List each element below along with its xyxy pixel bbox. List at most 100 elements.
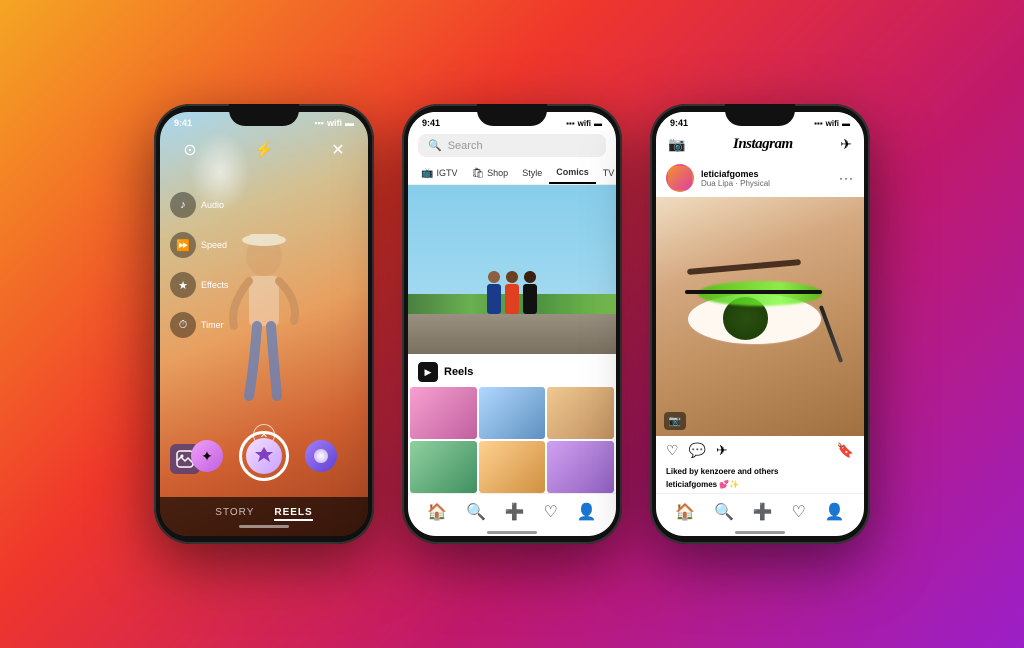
- battery-icon: ▬: [345, 118, 354, 128]
- nav-heart-3[interactable]: ♡: [792, 502, 806, 522]
- tab-comics-label: Comics: [556, 167, 589, 177]
- main-photo: [408, 185, 616, 354]
- wifi-icon: wifi: [327, 118, 342, 128]
- camera-overlay-icon[interactable]: 📷: [664, 412, 686, 430]
- share-icon[interactable]: ✈: [716, 442, 728, 459]
- like-icon[interactable]: ♡: [666, 442, 679, 459]
- reel-thumb-2[interactable]: [479, 387, 546, 439]
- dancer-3: [523, 271, 537, 314]
- save-icon[interactable]: 🔖: [837, 442, 854, 459]
- mode-icon[interactable]: ⊙: [176, 136, 204, 164]
- record-row: ✦: [160, 431, 368, 481]
- shop-icon: 🛍: [471, 168, 484, 179]
- dancer-2: [505, 271, 519, 314]
- nav-profile-2[interactable]: 👤: [577, 502, 597, 522]
- post-actions: ♡ 💬 ✈ 🔖: [656, 436, 864, 465]
- dancer-1: [487, 271, 501, 314]
- status-time-1: 9:41: [174, 118, 192, 128]
- status-time-3: 9:41: [670, 118, 688, 128]
- nav-search-3[interactable]: 🔍: [714, 502, 734, 522]
- reel-thumb-6[interactable]: [547, 441, 614, 493]
- action-left-icons: ♡ 💬 ✈: [666, 442, 728, 459]
- dancer-body-2: [505, 284, 519, 314]
- reel-thumb-4[interactable]: [410, 441, 477, 493]
- caption-username: leticiafgomes: [666, 480, 717, 489]
- signal-3: ▪▪▪: [814, 119, 823, 128]
- timer-control[interactable]: ⏱ Timer: [170, 312, 228, 338]
- comment-icon[interactable]: 💬: [689, 442, 706, 459]
- nav-home-3[interactable]: 🏠: [675, 502, 695, 522]
- person-figure: [219, 226, 309, 426]
- reels-tab[interactable]: REELS: [274, 507, 312, 521]
- filter-1[interactable]: ✦: [191, 440, 223, 472]
- tab-style[interactable]: Style: [515, 163, 549, 184]
- user-subtitle: Dua Lipa · Physical: [701, 179, 770, 188]
- story-tab[interactable]: STORY: [215, 507, 254, 521]
- flash-icon[interactable]: ⚡: [250, 136, 278, 164]
- igtv-icon: 📺: [421, 168, 433, 179]
- battery-2: ▬: [594, 119, 602, 128]
- battery-3: ▬: [842, 119, 850, 128]
- dancer-body-3: [523, 284, 537, 314]
- close-icon[interactable]: ✕: [324, 136, 352, 164]
- nav-profile-3[interactable]: 👤: [825, 502, 845, 522]
- tab-igtv[interactable]: 📺 IGTV: [414, 163, 464, 184]
- camera-screen: 9:41 ▪▪▪ wifi ▬ ⊙ ⚡ ✕ ♪ Audio: [160, 112, 368, 536]
- side-controls: ♪ Audio ⏩ Speed ★ Effects ⏱ Timer: [170, 192, 228, 338]
- top-controls: ⊙ ⚡ ✕: [160, 130, 368, 170]
- status-time-2: 9:41: [422, 118, 440, 128]
- dancers: [487, 271, 537, 314]
- post-more-button[interactable]: ···: [839, 171, 854, 185]
- instagram-screen: 9:41 ▪▪▪ wifi ▬ 📷 Instagram ✈ leticiafgo: [656, 112, 864, 536]
- reel-thumb-5[interactable]: [479, 441, 546, 493]
- post-caption: Liked by kenzoere and others: [656, 465, 864, 480]
- audio-control[interactable]: ♪ Audio: [170, 192, 228, 218]
- reels-header: ▶ Reels: [408, 354, 616, 387]
- tab-tv[interactable]: TV & Mo...: [596, 163, 616, 184]
- nav-add-3[interactable]: ➕: [753, 502, 773, 522]
- signal-icon: ▪▪▪: [314, 118, 324, 128]
- dancer-head-2: [506, 271, 518, 283]
- speed-control[interactable]: ⏩ Speed: [170, 232, 228, 258]
- phone-3: 9:41 ▪▪▪ wifi ▬ 📷 Instagram ✈ leticiafgo: [650, 104, 870, 544]
- reel-thumb-1[interactable]: [410, 387, 477, 439]
- ig-send-icon[interactable]: ✈: [840, 136, 852, 153]
- user-avatar[interactable]: [666, 164, 694, 192]
- record-button[interactable]: [239, 431, 289, 481]
- tab-style-label: Style: [522, 168, 542, 178]
- home-indicator-2: [487, 531, 537, 534]
- status-icons-3: ▪▪▪ wifi ▬: [814, 119, 850, 128]
- tab-tv-label: TV & Mo...: [603, 168, 616, 178]
- phone-2: 9:41 ▪▪▪ wifi ▬ 🔍 Search 📺 IGTV �: [402, 104, 622, 544]
- ig-logo: Instagram: [733, 136, 793, 153]
- bottom-bar: STORY REELS: [160, 497, 368, 536]
- nav-home-2[interactable]: 🏠: [427, 502, 447, 522]
- reel-thumb-3[interactable]: [547, 387, 614, 439]
- status-icons-2: ▪▪▪ wifi ▬: [566, 119, 602, 128]
- screen-3: 9:41 ▪▪▪ wifi ▬ 📷 Instagram ✈ leticiafgo: [656, 112, 864, 536]
- screen-2: 9:41 ▪▪▪ wifi ▬ 🔍 Search 📺 IGTV �: [408, 112, 616, 536]
- dancer-body-1: [487, 284, 501, 314]
- effects-control[interactable]: ★ Effects: [170, 272, 228, 298]
- tab-comics[interactable]: Comics: [549, 163, 596, 184]
- wifi-2: wifi: [578, 119, 591, 128]
- filter-2[interactable]: [305, 440, 337, 472]
- ig-camera-icon[interactable]: 📷: [668, 136, 685, 153]
- makeup-photo: 📷: [656, 197, 864, 436]
- liked-by-text: Liked by kenzoere and others: [666, 467, 778, 476]
- ground: [408, 314, 616, 354]
- post-user-row: leticiafgomes Dua Lipa · Physical ···: [656, 159, 864, 197]
- nav-heart-2[interactable]: ♡: [544, 502, 558, 522]
- dancer-head-3: [524, 271, 536, 283]
- reels-label: Reels: [444, 366, 473, 378]
- tab-shop[interactable]: 🛍 Shop: [464, 163, 515, 184]
- nav-add-2[interactable]: ➕: [505, 502, 525, 522]
- home-indicator-1: [239, 525, 289, 528]
- screen-1: 9:41 ▪▪▪ wifi ▬ ⊙ ⚡ ✕ ♪ Audio: [160, 112, 368, 536]
- nav-search-2[interactable]: 🔍: [466, 502, 486, 522]
- story-reels-tabs: STORY REELS: [176, 507, 352, 521]
- search-bar[interactable]: 🔍 Search: [418, 134, 606, 157]
- explore-screen: 9:41 ▪▪▪ wifi ▬ 🔍 Search 📺 IGTV �: [408, 112, 616, 536]
- user-info-left: leticiafgomes Dua Lipa · Physical: [666, 164, 770, 192]
- wifi-3: wifi: [826, 119, 839, 128]
